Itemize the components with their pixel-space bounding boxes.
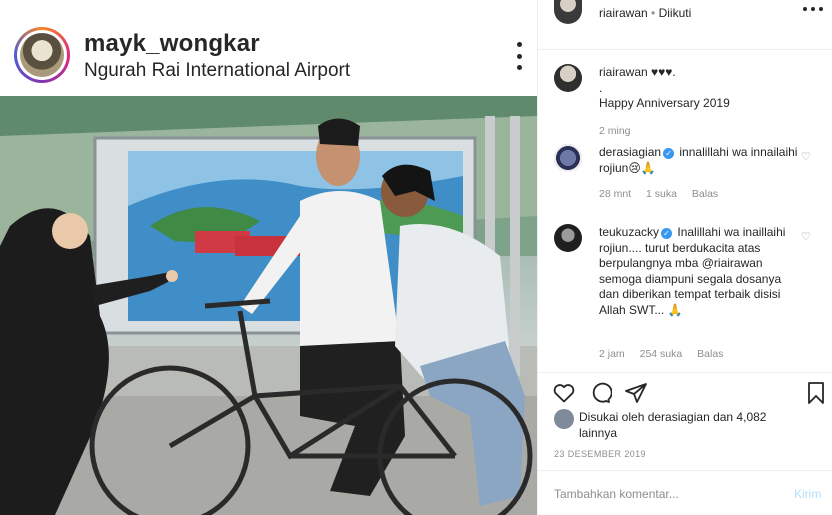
caption-line3: Happy Anniversary 2019 — [599, 96, 730, 110]
comment-reply-button[interactable]: Balas — [692, 188, 718, 200]
comment-username[interactable]: derasiagian — [599, 145, 661, 159]
caption-username[interactable]: riairawan — [599, 65, 648, 79]
owner-username[interactable]: riairawan — [599, 6, 648, 20]
caption-text: riairawan ♥♥♥. . Happy Anniversary 2019 — [599, 65, 804, 112]
comments-sidebar: riairawan • Diikuti riairawan ♥♥♥. . Hap… — [537, 0, 832, 515]
comment-text: teukuzacky ✓ Inalillahi wa inaillaihi roj… — [599, 225, 804, 318]
comment-item: teukuzacky ✓ Inalillahi wa inaillaihi roj… — [538, 222, 832, 362]
follow-status[interactable]: Diikuti — [659, 6, 692, 20]
comment-meta: 28 mnt 1 suka Balas — [599, 188, 730, 200]
post-date[interactable]: 23 DESEMBER 2019 — [554, 449, 646, 459]
author-avatar[interactable] — [14, 27, 70, 83]
comment-reply-button[interactable]: Balas — [697, 348, 723, 360]
caption-line1: ♥♥♥. — [651, 65, 676, 79]
likes-text[interactable]: Disukai oleh derasiagian dan 4,082 lainn… — [579, 409, 799, 441]
caption-avatar[interactable] — [554, 64, 582, 92]
photo-illustration — [0, 96, 537, 515]
owner-more-icon[interactable] — [803, 6, 823, 12]
verified-badge-icon: ✓ — [663, 148, 675, 159]
comment-input[interactable] — [554, 485, 774, 503]
add-comment-bar: Kirim — [538, 470, 832, 515]
post-location[interactable]: Ngurah Rai International Airport — [84, 60, 350, 82]
bookmark-icon[interactable] — [804, 381, 828, 405]
comment-avatar[interactable] — [554, 224, 582, 252]
comment-like-heart-icon[interactable]: ♡ — [801, 152, 813, 163]
comment-likes[interactable]: 254 suka — [640, 348, 683, 360]
caption-line2: . — [599, 80, 603, 95]
likes-summary: Disukai oleh derasiagian dan 4,082 lainn… — [538, 404, 832, 444]
comment-username[interactable]: teukuzacky — [599, 225, 659, 239]
owner-header: riairawan • Diikuti — [538, 0, 832, 50]
owner-avatar[interactable] — [554, 0, 582, 24]
more-options-icon[interactable] — [512, 42, 526, 70]
owner-separator: • — [651, 6, 656, 20]
post-photo[interactable] — [0, 96, 537, 515]
comment-like-heart-icon[interactable]: ♡ — [801, 232, 813, 243]
comment-time[interactable]: 28 mnt — [599, 188, 631, 200]
post-header: mayk_wongkar Ngurah Rai International Ai… — [0, 0, 537, 96]
comment-meta: 2 jam 254 suka Balas — [599, 348, 735, 360]
heart-icon[interactable] — [552, 381, 576, 405]
comment-text: derasiagian ✓ innalillahi wa innailaihi r… — [599, 145, 804, 176]
comment-avatar[interactable] — [554, 144, 582, 172]
share-icon[interactable] — [624, 381, 648, 405]
liker-avatar[interactable] — [554, 409, 574, 429]
owner-line: riairawan • Diikuti — [599, 6, 691, 20]
comment-time[interactable]: 2 jam — [599, 348, 625, 360]
author-username[interactable]: mayk_wongkar — [84, 30, 260, 58]
caption: riairawan ♥♥♥. . Happy Anniversary 2019 … — [538, 62, 832, 142]
comment-icon[interactable] — [588, 381, 612, 405]
comment-likes[interactable]: 1 suka — [646, 188, 677, 200]
verified-badge-icon: ✓ — [661, 228, 673, 239]
caption-time[interactable]: 2 ming — [599, 125, 631, 137]
caption-meta: 2 ming — [599, 125, 643, 137]
send-comment-button[interactable]: Kirim — [794, 487, 821, 501]
comment-item: derasiagian ✓ innalillahi wa innailaihi r… — [538, 142, 832, 212]
